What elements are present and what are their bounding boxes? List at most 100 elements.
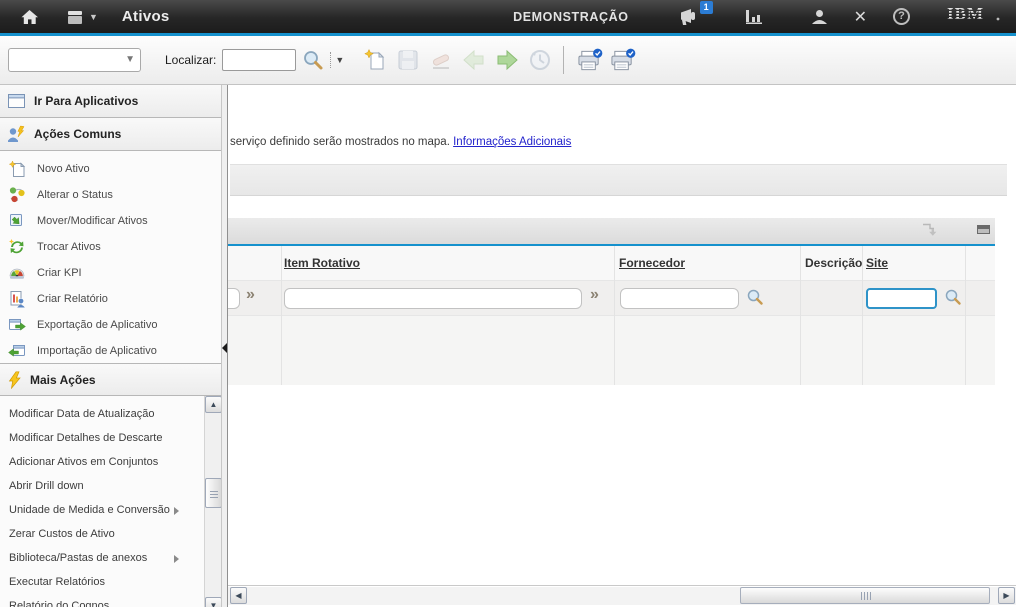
submenu-arrow-icon [174, 507, 179, 515]
table-toolbar [228, 218, 995, 244]
table-body-empty [228, 316, 995, 385]
results-table: Item Rotativo Fornecedor Descrição Site … [228, 218, 995, 385]
chevron-down-icon: ▼ [89, 12, 98, 22]
minimize-icon[interactable] [977, 225, 990, 234]
separator [330, 52, 331, 68]
home-icon[interactable] [20, 9, 39, 25]
lightning-bolt-icon [7, 371, 22, 389]
close-icon[interactable]: ✕ [854, 7, 867, 27]
action-criar-kpi[interactable]: Criar KPI [0, 260, 221, 286]
table-header-row: Item Rotativo Fornecedor Descrição Site [228, 246, 995, 281]
sidebar-header-more-actions[interactable]: Mais Ações [0, 363, 221, 396]
table-filter-row: » » [228, 281, 995, 316]
filter-input-site[interactable] [866, 288, 937, 309]
more-action-item[interactable]: Adicionar Ativos em Conjuntos [0, 450, 203, 474]
find-toolbar: ▼ Localizar: ▼ [0, 36, 1016, 85]
print-icon[interactable] [577, 47, 603, 73]
scroll-down-button[interactable]: ▼ [205, 597, 222, 607]
scrollbar-thumb[interactable] [740, 587, 990, 604]
sidebar-scrollbar[interactable]: ▲ ▼ [204, 396, 221, 607]
sidebar-header-common-actions[interactable]: Ações Comuns [0, 118, 221, 151]
content-bottom-border [228, 585, 1016, 586]
report-person-icon [8, 290, 28, 308]
action-alterar-status[interactable]: Alterar o Status [0, 182, 221, 208]
action-mover-modificar[interactable]: Mover/Modificar Ativos [0, 208, 221, 234]
column-header-descricao: Descrição [805, 256, 862, 270]
column-header-item-rotativo[interactable]: Item Rotativo [284, 256, 360, 270]
svg-text:IBM: IBM [947, 5, 984, 23]
map-notice: serviço definido serão mostrados no mapa… [230, 136, 571, 148]
app-switcher-icon[interactable]: ▼ [65, 9, 98, 25]
previous-icon[interactable] [461, 47, 487, 73]
move-assets-icon [8, 212, 28, 230]
more-action-item[interactable]: Biblioteca/Pastas de anexos [0, 546, 203, 570]
common-actions-list: Novo Ativo Alterar o Status Mover/Modifi… [0, 151, 221, 363]
more-action-item[interactable]: Unidade de Medida e Conversão [0, 498, 203, 522]
change-status-icon [8, 186, 28, 204]
more-action-item[interactable]: Executar Relatórios [0, 570, 203, 594]
clear-icon[interactable] [428, 47, 454, 73]
column-header-site[interactable]: Site [866, 256, 888, 270]
action-novo-ativo[interactable]: Novo Ativo [0, 156, 221, 182]
user-icon[interactable] [811, 9, 828, 25]
value-combobox[interactable]: ▼ [8, 48, 141, 72]
filter-select-value-icon[interactable]: » [246, 286, 255, 304]
sidebar-splitter[interactable] [221, 85, 228, 607]
help-icon[interactable]: ? [893, 8, 910, 25]
kpi-gauge-icon [8, 264, 28, 282]
collapse-sidebar-icon[interactable] [222, 343, 227, 353]
save-icon[interactable] [395, 47, 421, 73]
new-asset-icon [8, 160, 28, 178]
action-exportacao[interactable]: Exportação de Aplicativo [0, 312, 221, 338]
more-action-item[interactable]: Modificar Detalhes de Descarte [0, 426, 203, 450]
next-icon[interactable] [494, 47, 520, 73]
history-icon[interactable] [527, 47, 553, 73]
ibm-logo: IBM [946, 5, 1002, 28]
search-icon[interactable] [302, 49, 324, 71]
report-chart-icon[interactable] [745, 9, 765, 25]
more-action-item[interactable]: Abrir Drill down [0, 474, 203, 498]
scroll-up-button[interactable]: ▲ [205, 396, 222, 413]
filter-input-asset[interactable] [228, 288, 240, 309]
more-action-item[interactable]: Zerar Custos de Ativo [0, 522, 203, 546]
filter-input-fornecedor[interactable] [620, 288, 739, 309]
common-actions-icon [7, 125, 26, 143]
page-title: Ativos [122, 8, 170, 25]
print-attached-icon[interactable] [610, 47, 636, 73]
find-input[interactable] [222, 49, 296, 71]
submenu-arrow-icon [174, 555, 179, 563]
action-importacao[interactable]: Importação de Aplicativo [0, 338, 221, 364]
filter-select-value-icon[interactable]: » [590, 286, 599, 304]
action-criar-relatorio[interactable]: Criar Relatório [0, 286, 221, 312]
scroll-right-button[interactable]: ▶ [998, 587, 1015, 604]
download-icon[interactable] [920, 223, 940, 244]
new-record-icon[interactable] [362, 47, 388, 73]
localizar-label: Localizar: [165, 53, 216, 67]
column-header-fornecedor[interactable]: Fornecedor [619, 256, 685, 270]
main-content: serviço definido serão mostrados no mapa… [228, 85, 1016, 607]
scroll-left-button[interactable]: ◀ [230, 587, 247, 604]
scrollbar-thumb[interactable] [205, 478, 222, 508]
sidebar: Ir Para Aplicativos Ações Comuns Novo At… [0, 85, 221, 607]
announcement-icon[interactable]: 1 [677, 8, 701, 26]
notification-badge: 1 [700, 1, 713, 14]
informacoes-adicionais-link[interactable]: Informações Adicionais [453, 136, 571, 148]
window-icon [7, 92, 26, 110]
sidebar-header-go-to-apps[interactable]: Ir Para Aplicativos [0, 85, 221, 118]
search-options-caret[interactable]: ▼ [335, 55, 344, 65]
search-icon[interactable] [944, 288, 962, 311]
environment-label: DEMONSTRAÇÃO [513, 10, 629, 24]
chevron-down-icon: ▼ [125, 54, 135, 65]
separator [563, 46, 564, 74]
export-app-icon [8, 316, 28, 334]
collapsed-section-bar[interactable] [230, 164, 1007, 196]
horizontal-scrollbar[interactable]: ◀ ▶ [228, 587, 1016, 605]
app-header: ▼ Ativos DEMONSTRAÇÃO 1 ✕ ? IBM [0, 0, 1016, 36]
import-app-icon [8, 342, 28, 360]
action-trocar-ativos[interactable]: Trocar Ativos [0, 234, 221, 260]
more-action-item[interactable]: Relatório do Cognos [0, 594, 203, 607]
more-actions-list: Modificar Data de Atualização Modificar … [0, 396, 221, 607]
more-action-item[interactable]: Modificar Data de Atualização [0, 402, 203, 426]
filter-input-item-rotativo[interactable] [284, 288, 582, 309]
search-icon[interactable] [746, 288, 764, 311]
